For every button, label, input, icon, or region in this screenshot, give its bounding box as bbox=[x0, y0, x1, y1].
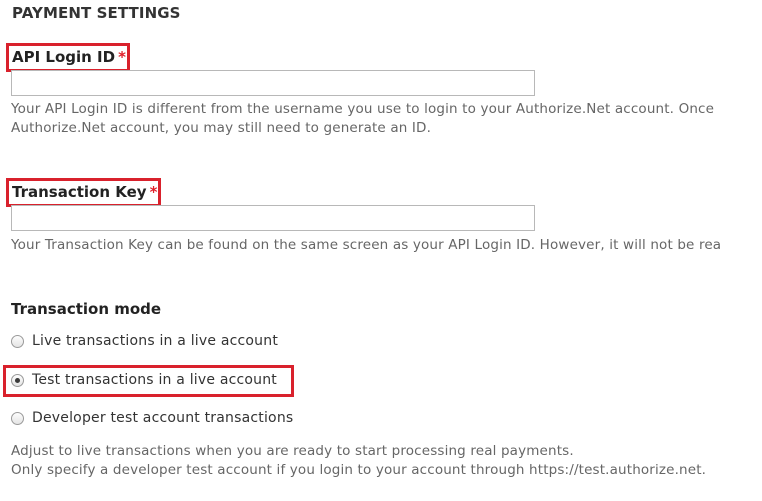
api-login-label: API Login ID * bbox=[12, 48, 126, 66]
required-marker: * bbox=[118, 48, 126, 66]
radio-button[interactable] bbox=[11, 334, 24, 348]
radio-option-label: Test transactions in a live account bbox=[32, 372, 277, 388]
section-title: PAYMENT SETTINGS bbox=[12, 4, 181, 22]
radio-button[interactable] bbox=[11, 411, 24, 425]
api-login-description-line2: Authorize.Net account, you may still nee… bbox=[11, 120, 432, 136]
transaction-mode-help-line2: Only specify a developer test account if… bbox=[11, 462, 707, 478]
radio-option-live[interactable]: Live transactions in a live account bbox=[11, 330, 278, 352]
api-login-input[interactable] bbox=[11, 70, 535, 96]
required-marker: * bbox=[149, 183, 158, 201]
transaction-key-label-text: Transaction Key bbox=[12, 183, 147, 201]
transaction-key-input[interactable] bbox=[11, 205, 535, 231]
radio-button-selected[interactable] bbox=[11, 373, 24, 387]
api-login-label-text: API Login ID bbox=[12, 48, 116, 66]
radio-option-label: Live transactions in a live account bbox=[32, 333, 279, 349]
radio-option-test[interactable]: Test transactions in a live account bbox=[11, 369, 277, 391]
api-login-description-line1: Your API Login ID is different from the … bbox=[11, 101, 715, 117]
radio-option-label: Developer test account transactions bbox=[32, 410, 294, 426]
transaction-key-label: Transaction Key * bbox=[12, 183, 157, 201]
transaction-mode-help-line1: Adjust to live transactions when you are… bbox=[11, 443, 574, 459]
transaction-mode-heading: Transaction mode bbox=[11, 300, 162, 318]
transaction-key-description: Your Transaction Key can be found on the… bbox=[11, 237, 722, 253]
radio-option-developer[interactable]: Developer test account transactions bbox=[11, 407, 293, 429]
